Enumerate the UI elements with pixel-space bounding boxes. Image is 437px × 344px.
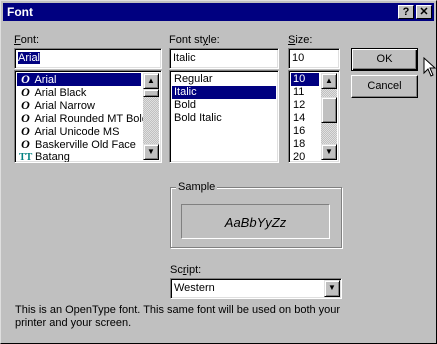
font-dialog: Font ? ✕ Font: Arial O Arial O Arial Blac… — [0, 0, 437, 344]
cancel-button[interactable]: Cancel — [351, 75, 418, 98]
font-list-item-label: Baskerville Old Face — [32, 139, 136, 151]
font-input[interactable]: Arial — [14, 48, 162, 69]
opentype-font-icon: O — [21, 137, 30, 151]
size-input-value: 10 — [292, 52, 305, 64]
size-list-item[interactable]: 18 — [291, 138, 319, 151]
font-input-value: Arial — [18, 52, 41, 64]
font-style-list-item[interactable]: Bold — [172, 99, 276, 112]
scroll-down-icon[interactable]: ▼ — [321, 144, 337, 160]
font-list-item-label: Batang — [32, 151, 70, 163]
size-list-item[interactable]: 12 — [291, 99, 319, 112]
font-list[interactable]: O Arial O Arial Black O Arial Narrow O Aria… — [14, 70, 162, 163]
dialog-title: Font — [7, 5, 33, 19]
dropdown-arrow-icon[interactable]: ▼ — [324, 280, 340, 297]
close-button[interactable]: ✕ — [416, 5, 432, 19]
font-style-list-item[interactable]: Italic — [172, 86, 276, 99]
font-label: Font: — [14, 34, 40, 46]
font-list-item[interactable]: TT Batang — [17, 151, 141, 163]
font-style-list-item[interactable]: Bold Italic — [172, 112, 276, 125]
font-list-item[interactable]: O Baskerville Old Face — [17, 137, 141, 152]
font-list-item-label: Arial Black — [32, 87, 87, 99]
font-list-item-label: Arial Narrow — [32, 100, 95, 112]
sample-label: Sample — [176, 181, 218, 193]
truetype-font-icon: TT — [19, 152, 33, 163]
size-list-item[interactable]: 20 — [291, 151, 319, 162]
font-list-item-label: Arial Unicode MS — [32, 126, 120, 138]
size-list-item[interactable]: 10 — [291, 73, 319, 86]
font-list-item[interactable]: O Arial Unicode MS — [17, 125, 141, 139]
sample-text: AaBbYyZz — [224, 215, 287, 230]
font-style-list-item[interactable]: Regular — [172, 73, 276, 86]
font-list-scrollbar[interactable]: ▲ ▼ — [143, 73, 159, 160]
size-list[interactable]: 10 11 12 14 16 18 20 ▲ ▼ — [288, 70, 340, 163]
font-list-item-label: Arial — [32, 74, 57, 86]
font-style-input-value: Italic — [173, 52, 196, 64]
size-list-item[interactable]: 14 — [291, 112, 319, 125]
font-list-item-label: Arial Rounded MT Bold — [32, 113, 148, 125]
font-style-list[interactable]: Regular Italic Bold Bold Italic — [169, 70, 279, 163]
size-list-item[interactable]: 16 — [291, 125, 319, 138]
font-list-item[interactable]: O Arial Narrow — [17, 99, 141, 113]
font-list-item[interactable]: O Arial — [17, 73, 141, 86]
script-label: Script: — [170, 264, 202, 276]
scroll-up-icon[interactable]: ▲ — [143, 73, 159, 89]
scroll-thumb[interactable] — [321, 97, 337, 123]
font-description: This is an OpenType font. This same font… — [15, 304, 341, 329]
font-style-input[interactable]: Italic — [169, 48, 279, 69]
scroll-up-icon[interactable]: ▲ — [321, 73, 337, 89]
font-label-rest: ont: — [20, 34, 40, 46]
font-list-item[interactable]: O Arial Black — [17, 86, 141, 100]
ok-button[interactable]: OK — [351, 48, 418, 71]
sample-preview: AaBbYyZz — [181, 204, 330, 239]
font-list-item[interactable]: O Arial Rounded MT Bold — [17, 112, 148, 126]
size-list-item[interactable]: 11 — [291, 86, 319, 99]
scroll-down-icon[interactable]: ▼ — [143, 144, 159, 160]
help-button[interactable]: ? — [398, 5, 414, 19]
size-label: Size: — [288, 34, 313, 46]
title-bar: Font ? ✕ — [3, 3, 434, 21]
mouse-cursor-icon — [423, 57, 436, 77]
script-select-value: Western — [174, 282, 215, 294]
font-style-label: Font style: — [169, 34, 220, 46]
script-select[interactable]: Western ▼ — [170, 278, 342, 299]
scroll-thumb[interactable] — [143, 89, 159, 97]
size-input[interactable]: 10 — [288, 48, 340, 69]
size-list-scrollbar[interactable]: ▲ ▼ — [321, 73, 337, 160]
